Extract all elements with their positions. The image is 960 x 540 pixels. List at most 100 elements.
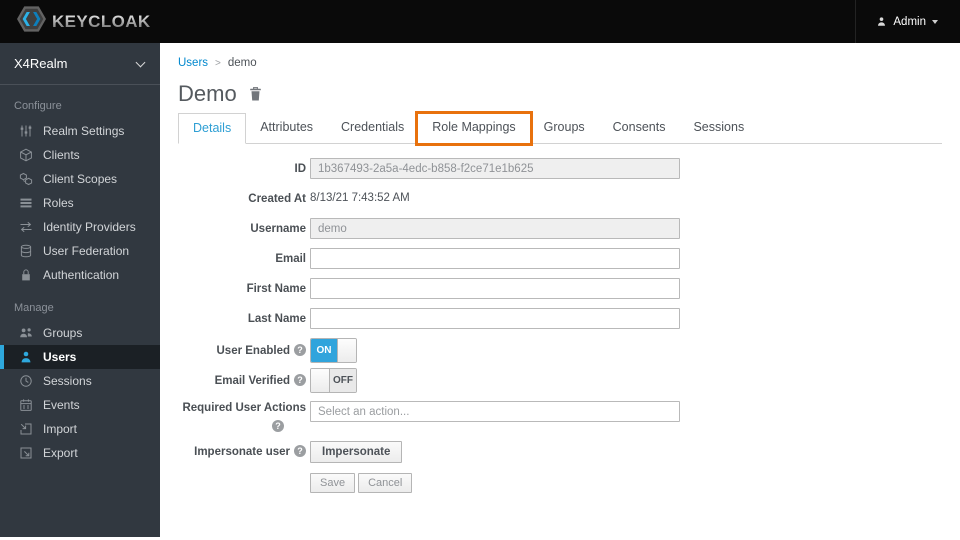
lock-icon [18,268,33,282]
trash-icon[interactable] [248,86,263,102]
help-icon[interactable]: ? [294,445,306,457]
created-at-value: 8/13/21 7:43:52 AM [310,192,410,204]
sidebar-item-realm-settings[interactable]: Realm Settings [0,119,160,143]
realm-name: X4Realm [14,56,68,71]
sidebar-item-user-federation[interactable]: User Federation [0,239,160,263]
sidebar: X4Realm Configure Realm Settings Clients… [0,43,160,537]
sliders-icon [18,124,33,138]
tab-role-mappings[interactable]: Role Mappings [415,111,533,146]
form-row-impersonate: Impersonate user? Impersonate [178,441,942,463]
keycloak-brand[interactable]: KEYCLOAK [0,6,151,37]
form-row-created-at: Created At 8/13/21 7:43:52 AM [178,188,942,209]
calendar-icon [18,398,33,412]
form-row-first-name: First Name [178,278,942,299]
sidebar-item-label: Clients [43,148,80,162]
save-button[interactable]: Save [310,473,356,493]
chevron-down-icon [135,57,146,67]
sidebar-item-import[interactable]: Import [0,417,160,441]
cancel-button[interactable]: Cancel [358,473,413,493]
impersonate-button[interactable]: Impersonate [310,441,403,463]
sidebar-item-clients[interactable]: Clients [0,143,160,167]
breadcrumb: Users > demo [178,57,942,69]
form-row-user-enabled: User Enabled? ON [178,338,942,363]
email-label: Email [275,252,306,265]
sidebar-item-roles[interactable]: Roles [0,191,160,215]
sidebar-item-label: Import [43,422,78,436]
tab-groups[interactable]: Groups [530,113,599,144]
sidebar-item-label: Realm Settings [43,124,125,138]
admin-user-label: Admin [893,15,926,28]
breadcrumb-separator: > [215,57,221,69]
caret-down-icon [932,20,938,24]
sidebar-item-sessions[interactable]: Sessions [0,369,160,393]
sidebar-item-users[interactable]: Users [0,345,160,369]
sidebar-item-groups[interactable]: Groups [0,321,160,345]
form-row-email-verified: Email Verified? OFF [178,368,942,393]
breadcrumb-users-link[interactable]: Users [178,57,208,69]
toggle-handle [337,339,356,362]
admin-user-menu[interactable]: Admin [855,0,960,43]
form-row-email: Email [178,248,942,269]
last-name-field[interactable] [310,308,680,329]
export-icon [18,446,33,460]
tab-consents[interactable]: Consents [599,113,680,144]
cubes-icon [18,172,33,186]
user-enabled-toggle[interactable]: ON [310,338,357,363]
group-icon [18,326,33,340]
user-icon [876,16,887,27]
required-actions-label: Required User Actions ? [182,402,306,432]
help-icon[interactable]: ? [294,373,306,386]
sidebar-item-label: Identity Providers [43,220,136,234]
username-label: Username [250,222,306,235]
tab-attributes[interactable]: Attributes [246,113,327,144]
tab-details[interactable]: Details [178,113,247,144]
sidebar-item-label: Authentication [43,268,120,282]
toggle-on-label: ON [311,339,337,362]
form-row-username: Username [178,218,942,239]
help-icon[interactable]: ? [272,420,284,432]
page-title: Demo [178,81,237,106]
form-row-required-actions: Required User Actions ? [178,401,942,432]
sidebar-item-label: Export [43,446,78,460]
form-row-last-name: Last Name [178,308,942,329]
keycloak-logo-icon [17,6,46,37]
help-icon[interactable]: ? [294,343,306,356]
first-name-field[interactable] [310,278,680,299]
list-icon [18,196,33,210]
realm-selector[interactable]: X4Realm [0,43,160,85]
tab-sessions[interactable]: Sessions [679,113,758,144]
last-name-label: Last Name [247,312,306,325]
sidebar-item-label: Client Scopes [43,172,118,186]
breadcrumb-current: demo [227,57,257,69]
required-actions-select[interactable] [310,401,680,422]
top-header: KEYCLOAK Admin [0,0,960,43]
toggle-handle [311,369,330,392]
id-field[interactable] [310,158,680,179]
email-verified-toggle[interactable]: OFF [310,368,357,393]
first-name-label: First Name [246,282,306,295]
toggle-off-label: OFF [330,369,356,392]
username-field[interactable] [310,218,680,239]
user-details-form: ID Created At 8/13/21 7:43:52 AM Usernam… [178,158,942,493]
sidebar-item-client-scopes[interactable]: Client Scopes [0,167,160,191]
sidebar-item-events[interactable]: Events [0,393,160,417]
section-label-manage: Manage [14,302,54,314]
form-row-id: ID [178,158,942,179]
database-icon [18,244,33,258]
sidebar-item-label: User Federation [43,244,130,258]
exchange-arrows-icon [18,220,33,234]
form-row-actions: Save Cancel [178,473,942,493]
email-field[interactable] [310,248,680,269]
sidebar-item-identity-providers[interactable]: Identity Providers [0,215,160,239]
user-enabled-label: User Enabled? [178,343,306,358]
sidebar-item-label: Roles [43,196,74,210]
created-at-label: Created At [248,192,306,205]
clock-icon [18,374,33,388]
brand-name: KEYCLOAK [52,11,151,31]
sidebar-item-export[interactable]: Export [0,441,160,465]
tab-role-mappings-label: Role Mappings [432,120,516,134]
sidebar-item-authentication[interactable]: Authentication [0,263,160,287]
id-label: ID [294,162,307,175]
tab-credentials[interactable]: Credentials [327,113,418,144]
main-content: Users > demo Demo Details Attributes Cre… [160,43,960,540]
